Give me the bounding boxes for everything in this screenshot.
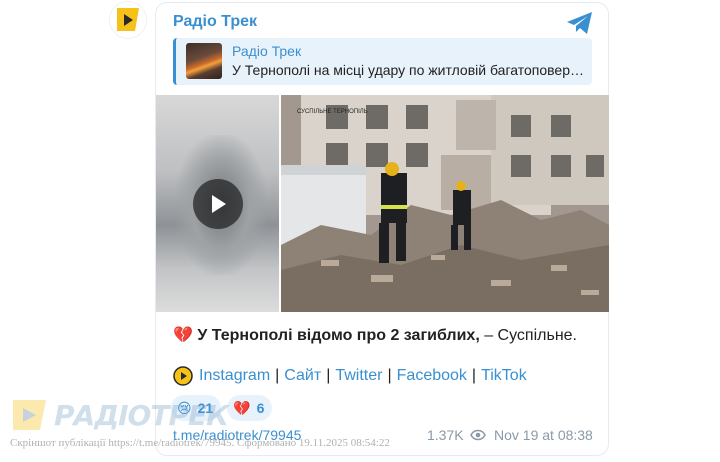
views-count: 1.37K (427, 427, 464, 443)
reply-preview[interactable]: Радіо Трек У Тернополі на місці удару по… (173, 38, 592, 85)
play-button[interactable] (193, 179, 243, 229)
link-separator: | (326, 367, 331, 384)
views-counter: 1.37K (427, 427, 486, 443)
site-link[interactable]: Сайт (284, 367, 321, 385)
post-rest-text: – Суспільне. (479, 327, 577, 344)
rubble-scene-image: СУСПІЛЬНЕ ТЕРНОПІЛЬ (281, 95, 609, 312)
reply-text: У Тернополі на місці удару по житловій б… (232, 62, 584, 78)
twitter-link[interactable]: Twitter (335, 367, 382, 385)
reaction-count: 6 (256, 400, 265, 416)
watermark-logo-icon (13, 400, 46, 430)
reply-thumbnail (186, 43, 222, 79)
radio-trek-logo-icon (117, 8, 139, 31)
eye-icon (469, 429, 486, 441)
channel-avatar[interactable] (110, 2, 146, 38)
social-links: Instagram | Сайт | Twitter | Facebook | … (173, 366, 527, 386)
post-text: 💔 У Тернополі відомо про 2 загиблих, – С… (173, 325, 577, 345)
reply-title: Радіо Трек (232, 43, 302, 59)
broken-heart-emoji: 💔 (173, 327, 193, 344)
facebook-link[interactable]: Facebook (397, 367, 467, 385)
link-separator: | (275, 367, 280, 384)
video-thumbnail[interactable] (156, 95, 279, 312)
telegram-icon[interactable] (566, 11, 594, 35)
news-photo[interactable]: СУСПІЛЬНЕ ТЕРНОПІЛЬ (281, 95, 609, 312)
screenshot-caption: Скріншот публікації https://t.me/radiotr… (10, 437, 390, 449)
channel-name[interactable]: Радіо Трек (173, 13, 257, 31)
instagram-link[interactable]: Instagram (199, 367, 270, 385)
post-date: Nov 19 at 08:38 (494, 427, 593, 443)
watermark-logo: РАДІОТРЕК (10, 398, 229, 432)
link-separator: | (471, 367, 477, 384)
post-bold-text: У Тернополі відомо про 2 загиблих, (197, 327, 480, 344)
reaction-broken-heart[interactable]: 💔 6 (227, 395, 273, 421)
link-separator: | (387, 367, 392, 384)
photo-watermark: СУСПІЛЬНЕ ТЕРНОПІЛЬ (297, 109, 368, 115)
watermark-logo-text: РАДІОТРЕК (54, 398, 229, 432)
radio-trek-play-icon (173, 366, 193, 386)
tiktok-link[interactable]: TikTok (481, 367, 527, 385)
play-icon (212, 195, 226, 213)
broken-heart-emoji: 💔 (233, 399, 251, 416)
